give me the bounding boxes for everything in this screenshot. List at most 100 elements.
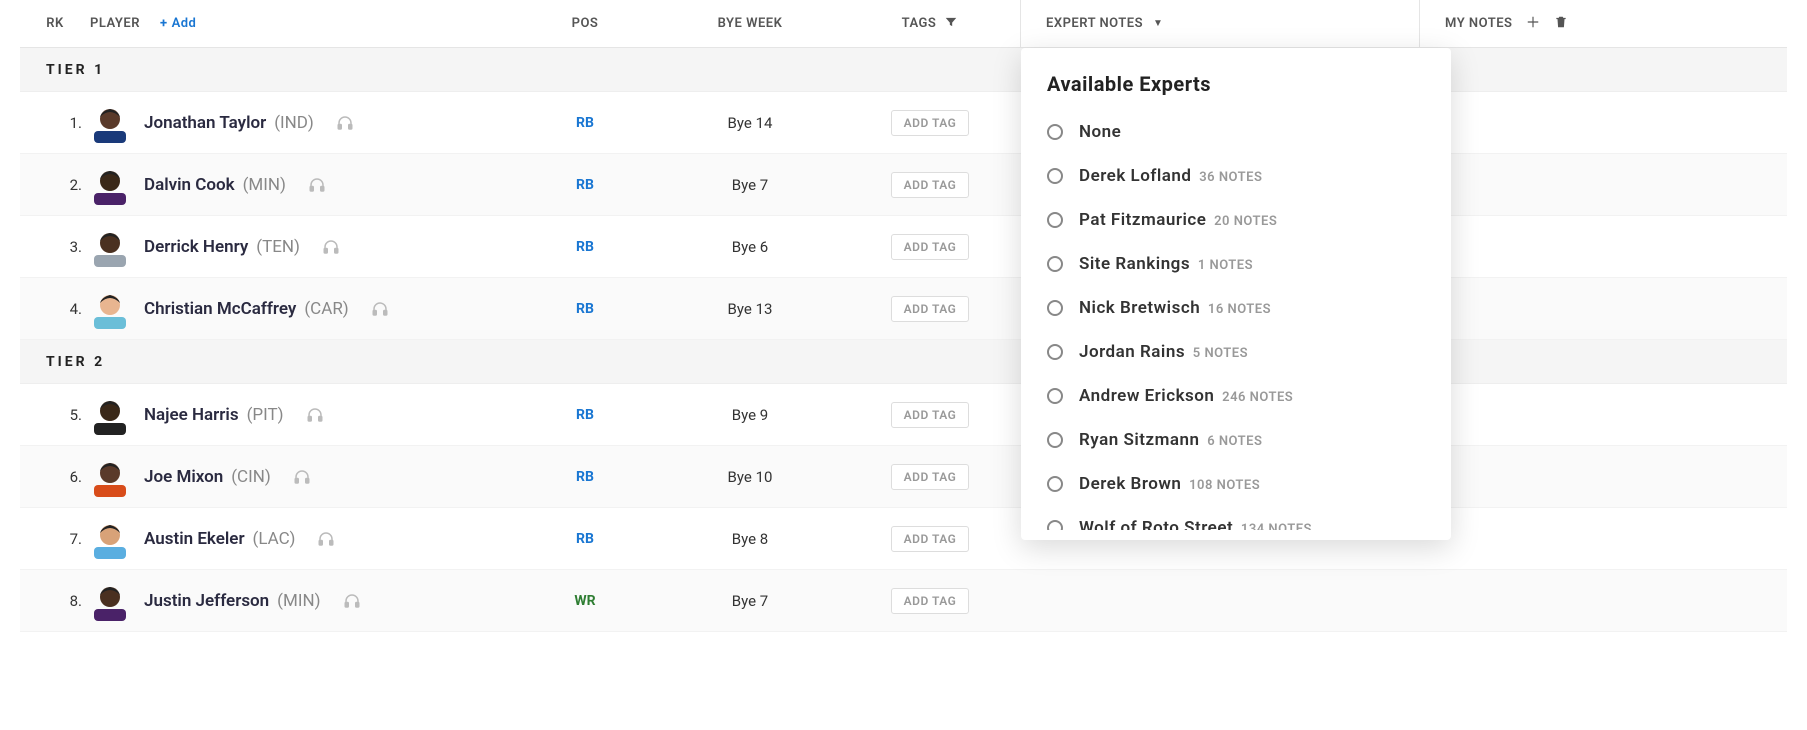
expert-label-wrap: Nick Bretwisch 16 NOTES <box>1079 298 1271 318</box>
expert-option[interactable]: Site Rankings 1 NOTES <box>1047 242 1443 286</box>
add-tag-button[interactable]: ADD TAG <box>891 526 970 552</box>
expert-option[interactable]: Andrew Erickson 246 NOTES <box>1047 374 1443 418</box>
expert-name: Nick Bretwisch <box>1079 298 1200 318</box>
player-cell[interactable]: Justin Jefferson (MIN) <box>90 581 510 621</box>
player-cell[interactable]: Austin Ekeler (LAC) <box>90 519 510 559</box>
avatar <box>90 165 130 205</box>
expert-option[interactable]: Wolf of Roto Street 134 NOTES <box>1047 506 1443 530</box>
player-cell[interactable]: Jonathan Taylor (IND) <box>90 103 510 143</box>
avatar <box>90 289 130 329</box>
position: RB <box>510 407 660 423</box>
caret-down-icon: ▼ <box>1153 18 1163 29</box>
add-tag-button[interactable]: ADD TAG <box>891 172 970 198</box>
col-rk-label: RK <box>46 16 64 31</box>
filter-icon[interactable] <box>944 15 958 33</box>
add-tag-button[interactable]: ADD TAG <box>891 588 970 614</box>
add-note-button[interactable] <box>1526 15 1540 33</box>
expert-option[interactable]: Jordan Rains 5 NOTES <box>1047 330 1443 374</box>
expert-name: Jordan Rains <box>1079 342 1185 362</box>
expert-name: Pat Fitzmaurice <box>1079 210 1206 230</box>
player-row[interactable]: 7. Austin Ekeler (LAC) RB Bye 8 ADD TAG <box>20 508 1787 570</box>
plus-icon: + <box>160 16 168 31</box>
expert-option[interactable]: Ryan Sitzmann 6 NOTES <box>1047 418 1443 462</box>
col-pos: POS <box>510 16 660 31</box>
add-tag-button[interactable]: ADD TAG <box>891 464 970 490</box>
player-cell[interactable]: Christian McCaffrey (CAR) <box>90 289 510 329</box>
player-name-wrap: Joe Mixon (CIN) <box>144 467 271 487</box>
player-name[interactable]: Jonathan Taylor <box>144 113 266 133</box>
player-cell[interactable]: Derrick Henry (TEN) <box>90 227 510 267</box>
tag-cell: ADD TAG <box>840 296 1020 322</box>
col-my-notes-label: MY NOTES <box>1445 16 1512 31</box>
tag-cell: ADD TAG <box>840 172 1020 198</box>
delete-notes-button[interactable] <box>1554 14 1568 34</box>
expert-option[interactable]: Derek Lofland 36 NOTES <box>1047 154 1443 198</box>
add-tag-button[interactable]: ADD TAG <box>891 234 970 260</box>
tag-cell: ADD TAG <box>840 526 1020 552</box>
player-name[interactable]: Najee Harris <box>144 405 239 425</box>
expert-option[interactable]: Pat Fitzmaurice 20 NOTES <box>1047 198 1443 242</box>
col-tags[interactable]: TAGS <box>840 15 1020 33</box>
player-cell[interactable]: Joe Mixon (CIN) <box>90 457 510 497</box>
player-name[interactable]: Christian McCaffrey <box>144 299 296 319</box>
headphone-icon[interactable] <box>293 468 311 486</box>
position: RB <box>510 177 660 193</box>
expert-label-wrap: Andrew Erickson 246 NOTES <box>1079 386 1293 406</box>
headphone-icon[interactable] <box>371 300 389 318</box>
player-row[interactable]: 8. Justin Jefferson (MIN) WR Bye 7 ADD T… <box>20 570 1787 632</box>
player-row[interactable]: 4. Christian McCaffrey (CAR) RB Bye 13 A… <box>20 278 1787 340</box>
add-tag-button[interactable]: ADD TAG <box>891 402 970 428</box>
player-row[interactable]: 2. Dalvin Cook (MIN) RB Bye 7 ADD TAG <box>20 154 1787 216</box>
tag-cell: ADD TAG <box>840 110 1020 136</box>
position: RB <box>510 531 660 547</box>
radio-icon <box>1047 212 1063 228</box>
expert-name: Wolf of Roto Street <box>1079 518 1233 530</box>
expert-note-count: 16 NOTES <box>1208 302 1271 317</box>
expert-label-wrap: Jordan Rains 5 NOTES <box>1079 342 1248 362</box>
player-team: (CIN) <box>231 467 271 487</box>
col-expert-notes-label: EXPERT NOTES <box>1046 16 1143 31</box>
add-tag-button[interactable]: ADD TAG <box>891 296 970 322</box>
expert-option[interactable]: Derek Brown 108 NOTES <box>1047 462 1443 506</box>
add-player-button[interactable]: + Add <box>160 16 196 31</box>
tag-cell: ADD TAG <box>840 588 1020 614</box>
player-name-wrap: Christian McCaffrey (CAR) <box>144 299 349 319</box>
bye-week: Bye 8 <box>660 530 840 548</box>
expert-option[interactable]: None <box>1047 110 1443 154</box>
headphone-icon[interactable] <box>308 176 326 194</box>
position: RB <box>510 301 660 317</box>
player-name[interactable]: Joe Mixon <box>144 467 223 487</box>
expert-note-count: 20 NOTES <box>1214 214 1277 229</box>
radio-icon <box>1047 168 1063 184</box>
expert-note-count: 108 NOTES <box>1189 478 1260 493</box>
col-expert-notes[interactable]: EXPERT NOTES ▼ Available Experts None De… <box>1020 0 1420 47</box>
expert-list[interactable]: None Derek Lofland 36 NOTES Pat Fitzmaur… <box>1021 110 1451 530</box>
headphone-icon[interactable] <box>343 592 361 610</box>
headphone-icon[interactable] <box>317 530 335 548</box>
radio-icon <box>1047 476 1063 492</box>
headphone-icon[interactable] <box>306 406 324 424</box>
player-cell[interactable]: Dalvin Cook (MIN) <box>90 165 510 205</box>
player-name[interactable]: Justin Jefferson <box>144 591 269 611</box>
avatar <box>90 103 130 143</box>
player-name[interactable]: Derrick Henry <box>144 237 248 257</box>
player-row[interactable]: 6. Joe Mixon (CIN) RB Bye 10 ADD TAG <box>20 446 1787 508</box>
player-name[interactable]: Austin Ekeler <box>144 529 245 549</box>
col-tags-label: TAGS <box>902 16 937 31</box>
player-name[interactable]: Dalvin Cook <box>144 175 235 195</box>
player-cell[interactable]: Najee Harris (PIT) <box>90 395 510 435</box>
player-row[interactable]: 1. Jonathan Taylor (IND) RB Bye 14 ADD T… <box>20 92 1787 154</box>
radio-icon <box>1047 520 1063 530</box>
expert-name: None <box>1079 122 1121 142</box>
col-my-notes: MY NOTES <box>1420 14 1807 34</box>
headphone-icon[interactable] <box>336 114 354 132</box>
headphone-icon[interactable] <box>322 238 340 256</box>
expert-name: Site Rankings <box>1079 254 1190 274</box>
rank: 4. <box>20 300 90 318</box>
player-name-wrap: Najee Harris (PIT) <box>144 405 284 425</box>
player-row[interactable]: 5. Najee Harris (PIT) RB Bye 9 ADD TAG <box>20 384 1787 446</box>
add-tag-button[interactable]: ADD TAG <box>891 110 970 136</box>
tier-header: TIER 1 <box>20 48 1787 92</box>
player-row[interactable]: 3. Derrick Henry (TEN) RB Bye 6 ADD TAG <box>20 216 1787 278</box>
expert-option[interactable]: Nick Bretwisch 16 NOTES <box>1047 286 1443 330</box>
